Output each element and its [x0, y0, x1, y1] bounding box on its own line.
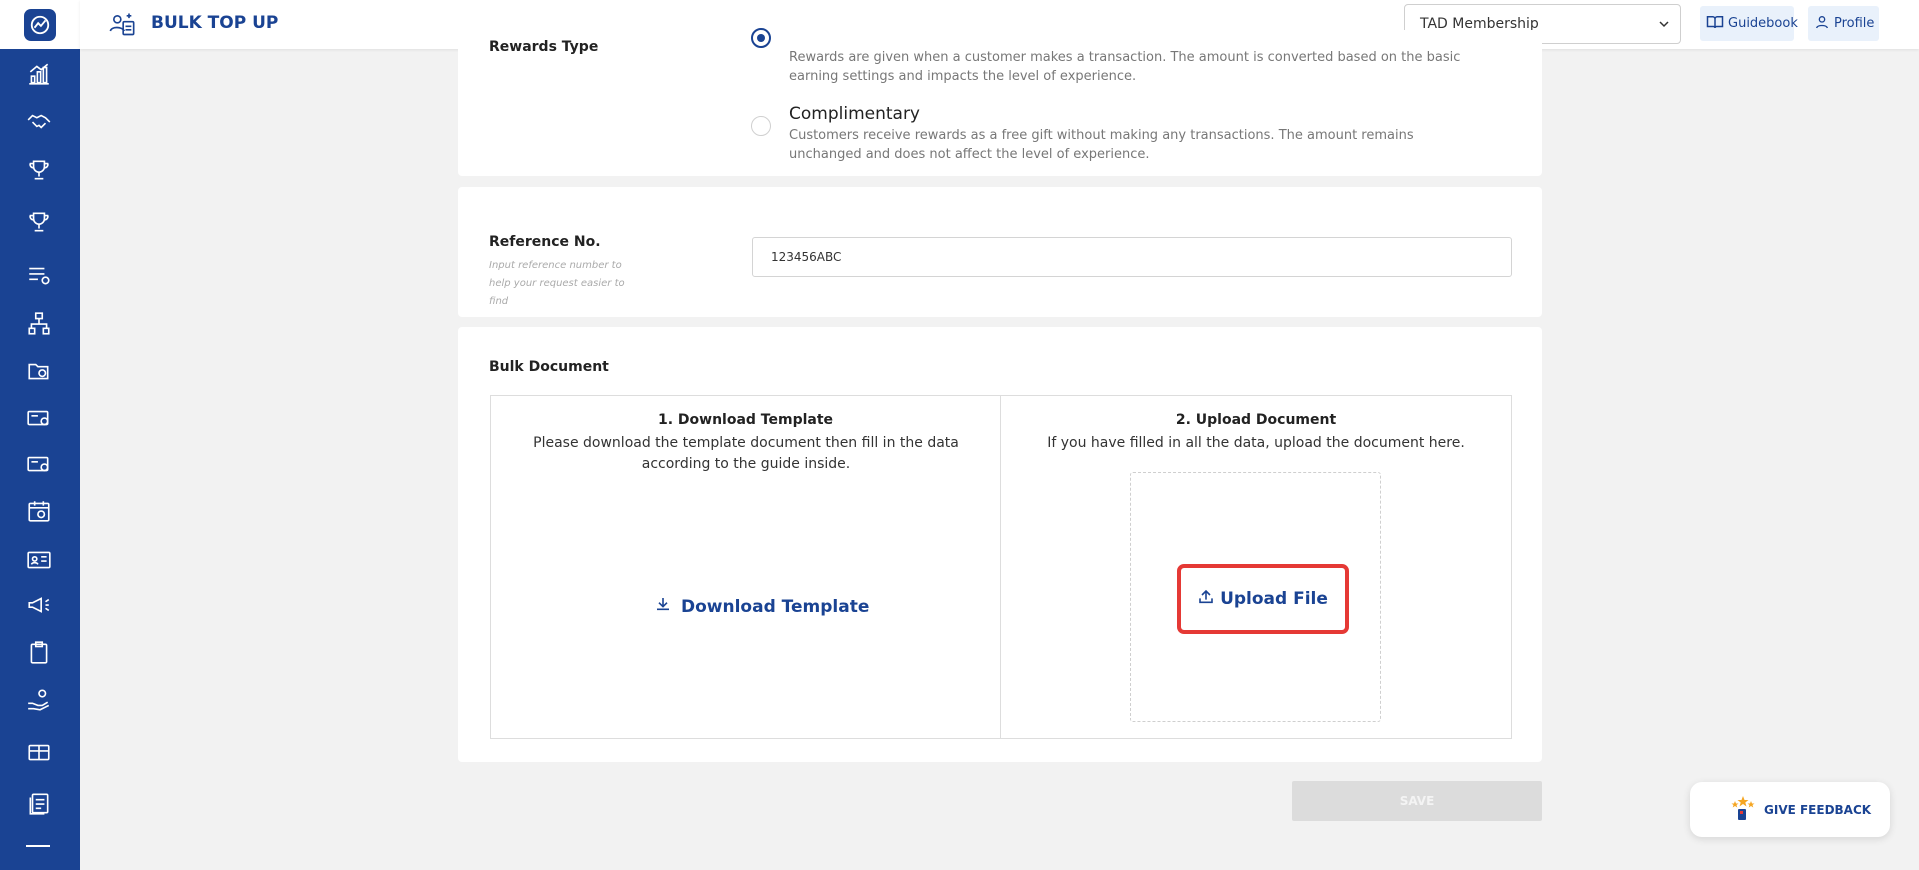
clipboard-icon[interactable]: [24, 638, 54, 668]
hierarchy-icon[interactable]: [24, 309, 54, 339]
list-settings-icon[interactable]: [24, 260, 54, 290]
calendar-icon[interactable]: [24, 496, 54, 526]
hand-coins-icon[interactable]: [24, 685, 54, 715]
save-button[interactable]: SAVE: [1292, 781, 1542, 821]
upload-icon: [1198, 589, 1214, 610]
bulk-users-icon: [108, 10, 136, 38]
rewards-option-complimentary-desc: Customers receive rewards as a free gift…: [789, 128, 1414, 162]
folder-clock-icon[interactable]: [24, 356, 54, 386]
profile-label: Profile: [1834, 16, 1875, 31]
reference-input[interactable]: [752, 237, 1512, 277]
rewards-option-transaction-radio[interactable]: [751, 28, 771, 48]
book-icon: [1706, 14, 1724, 34]
card-settings-alt-icon[interactable]: [24, 449, 54, 479]
bulk-document-label: Bulk Document: [489, 359, 609, 375]
user-icon: [1814, 14, 1830, 34]
rewards-type-card: Rewards Type Rewards are given when a cu…: [458, 28, 1542, 176]
page-title: BULK TOP UP: [151, 13, 279, 33]
trophy-icon[interactable]: [24, 155, 54, 185]
megaphone-icon[interactable]: [24, 590, 54, 620]
rewards-option-complimentary-title: Complimentary: [789, 104, 920, 124]
handshake-icon[interactable]: [24, 106, 54, 136]
give-feedback-label: GIVE FEEDBACK: [1764, 802, 1872, 817]
rewards-option-complimentary-radio[interactable]: [751, 116, 771, 136]
chart-icon[interactable]: [24, 59, 54, 89]
download-icon: [655, 596, 671, 617]
profile-button[interactable]: Profile: [1808, 6, 1879, 41]
bulk-document-card: Bulk Document 1. Download Template Pleas…: [458, 327, 1542, 762]
download-template-heading: 1. Download Template: [657, 412, 834, 428]
give-feedback-button[interactable]: GIVE FEEDBACK: [1690, 782, 1890, 837]
guidebook-button[interactable]: Guidebook: [1700, 6, 1798, 41]
logo-cell[interactable]: [0, 0, 80, 49]
bulk-document-box: 1. Download Template Please download the…: [490, 395, 1512, 739]
reference-hint: Input reference number to help your requ…: [489, 260, 625, 307]
upload-file-label: Upload File: [1220, 589, 1328, 609]
sidebar: [0, 0, 80, 870]
reference-label: Reference No.: [489, 234, 601, 250]
guidebook-label: Guidebook: [1728, 16, 1798, 31]
feedback-stars-icon: [1730, 795, 1756, 824]
download-template-section: 1. Download Template Please download the…: [491, 396, 1001, 738]
sidebar-partial-icon: [26, 845, 50, 847]
download-template-desc: Please download the template document th…: [533, 435, 959, 472]
download-template-label: Download Template: [681, 596, 870, 617]
chevron-down-icon: [1658, 18, 1670, 34]
app-logo-icon: [24, 8, 56, 41]
gift-card-icon[interactable]: [24, 737, 54, 767]
upload-document-heading: 2. Upload Document: [1175, 412, 1337, 428]
trophy-alt-icon[interactable]: [24, 207, 54, 237]
card-settings-icon[interactable]: [24, 403, 54, 433]
reference-card: Reference No. Input reference number to …: [458, 187, 1542, 317]
upload-document-desc: If you have filled in all the data, uplo…: [1047, 435, 1465, 451]
rewards-type-label: Rewards Type: [489, 39, 599, 55]
upload-drop-zone[interactable]: Upload File: [1130, 472, 1381, 722]
upload-document-section: 2. Upload Document If you have filled in…: [1001, 396, 1511, 738]
download-template-button[interactable]: Download Template: [655, 596, 869, 617]
id-card-icon[interactable]: [24, 545, 54, 575]
upload-file-button[interactable]: Upload File: [1177, 564, 1349, 634]
document-icon[interactable]: [24, 789, 54, 819]
rewards-option-transaction-desc: Rewards are given when a customer makes …: [789, 50, 1461, 84]
